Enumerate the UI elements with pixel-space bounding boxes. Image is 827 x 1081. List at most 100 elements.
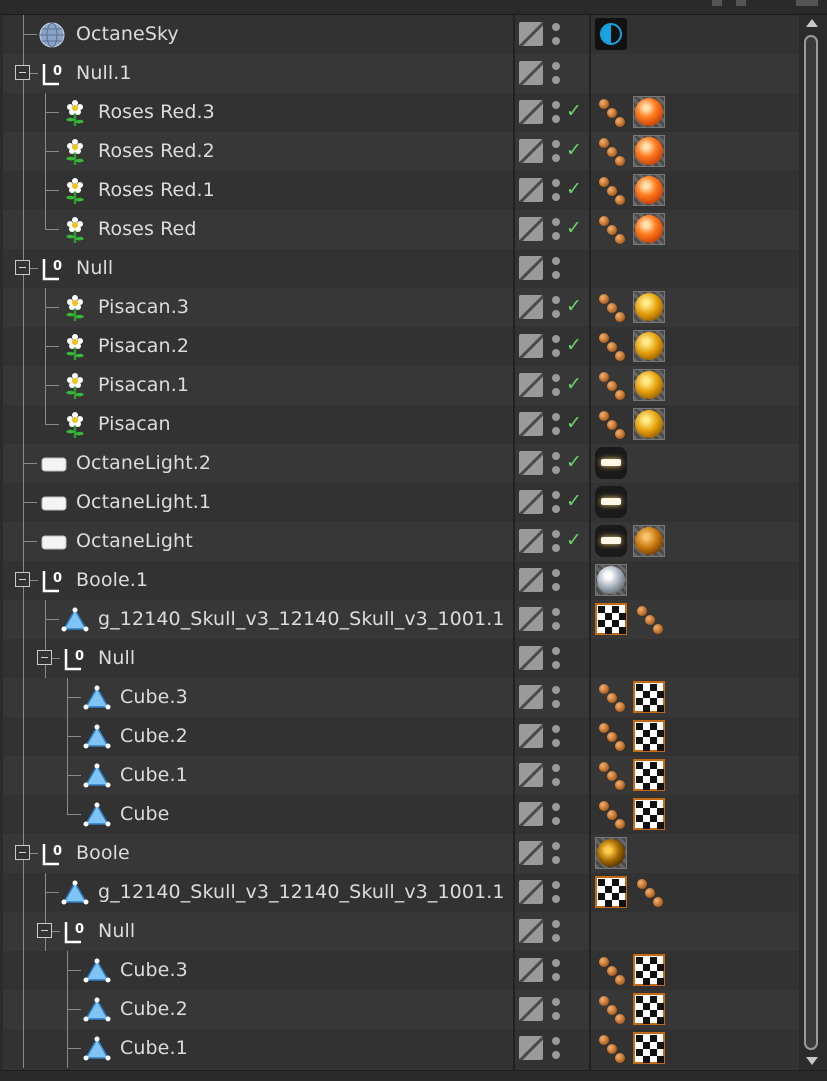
tree-row-skull-mesh[interactable]: g_12140_Skull_v3_12140_Skull_v3_1001.1 <box>3 873 799 912</box>
editor-visibility-icon[interactable] <box>519 295 543 319</box>
object-name[interactable]: Pisacan.1 <box>98 374 189 396</box>
visibility-dots-icon[interactable] <box>551 529 561 555</box>
object-name[interactable]: Roses Red.1 <box>98 179 215 201</box>
checker-texture-tag-icon[interactable] <box>595 876 627 908</box>
amber-material-tag-icon[interactable] <box>633 525 665 557</box>
editor-visibility-icon[interactable] <box>519 412 543 436</box>
object-name[interactable]: OctaneLight.1 <box>76 491 211 513</box>
tree-row-octanelight-1[interactable]: OctaneLight.1 ✓ <box>3 483 799 522</box>
visibility-dots-icon[interactable] <box>551 1036 561 1062</box>
object-name[interactable]: Cube.2 <box>120 725 188 747</box>
object-name[interactable]: OctaneLight <box>76 530 193 552</box>
panel-menu-icon[interactable] <box>796 0 818 6</box>
editor-visibility-icon[interactable] <box>519 217 543 241</box>
scatter-tag-icon[interactable] <box>595 369 627 401</box>
object-name[interactable]: Boole.1 <box>76 569 148 591</box>
gold-material-tag-icon[interactable] <box>633 330 665 362</box>
tree-row-roses-red[interactable]: Roses Red ✓ <box>3 210 799 249</box>
object-name[interactable]: g_12140_Skull_v3_12140_Skull_v3_1001.1 <box>98 608 505 630</box>
object-name[interactable]: Cube.3 <box>120 959 188 981</box>
visibility-dots-icon[interactable] <box>551 646 561 672</box>
editor-visibility-icon[interactable] <box>519 178 543 202</box>
scrollbar-thumb[interactable] <box>804 35 818 1050</box>
checker-texture-tag-icon[interactable] <box>633 681 665 713</box>
scatter-tag-icon[interactable] <box>595 954 627 986</box>
light-tag-icon[interactable] <box>595 486 627 518</box>
tree-row-cube-2[interactable]: Cube.2 <box>3 717 799 756</box>
collapse-toggle-icon[interactable] <box>37 650 52 665</box>
visibility-dots-icon[interactable] <box>551 841 561 867</box>
enabled-check-icon[interactable]: ✓ <box>566 373 582 395</box>
editor-visibility-icon[interactable] <box>519 841 543 865</box>
collapse-toggle-icon[interactable] <box>15 845 30 860</box>
editor-visibility-icon[interactable] <box>519 100 543 124</box>
editor-visibility-icon[interactable] <box>519 334 543 358</box>
scatter-tag-icon[interactable] <box>595 681 627 713</box>
scatter-tag-icon[interactable] <box>595 291 627 323</box>
editor-visibility-icon[interactable] <box>519 919 543 943</box>
enabled-check-icon[interactable]: ✓ <box>566 451 582 473</box>
visibility-dots-icon[interactable] <box>551 880 561 906</box>
visibility-dots-icon[interactable] <box>551 685 561 711</box>
visibility-dots-icon[interactable] <box>551 139 561 165</box>
visibility-dots-icon[interactable] <box>551 217 561 243</box>
tree-row-octanelight[interactable]: OctaneLight ✓ <box>3 522 799 561</box>
editor-visibility-icon[interactable] <box>519 646 543 670</box>
enabled-check-icon[interactable]: ✓ <box>566 490 582 512</box>
light-tag-icon[interactable] <box>595 525 627 557</box>
collapse-toggle-icon[interactable] <box>15 572 30 587</box>
orange-material-tag-icon[interactable] <box>633 213 665 245</box>
editor-visibility-icon[interactable] <box>519 997 543 1021</box>
object-name[interactable]: Roses Red.2 <box>98 140 215 162</box>
enabled-check-icon[interactable]: ✓ <box>566 334 582 356</box>
checker-texture-tag-icon[interactable] <box>633 798 665 830</box>
enabled-check-icon[interactable]: ✓ <box>566 295 582 317</box>
editor-visibility-icon[interactable] <box>519 256 543 280</box>
editor-visibility-icon[interactable] <box>519 22 543 46</box>
visibility-dots-icon[interactable] <box>551 451 561 477</box>
tree-row-pisacan-1[interactable]: Pisacan.1 ✓ <box>3 366 799 405</box>
object-name[interactable]: Pisacan <box>98 413 171 435</box>
visibility-dots-icon[interactable] <box>551 334 561 360</box>
checker-texture-tag-icon[interactable] <box>633 993 665 1025</box>
object-name[interactable]: OctaneSky <box>76 23 179 45</box>
object-name[interactable]: Null.1 <box>76 62 132 84</box>
editor-visibility-icon[interactable] <box>519 373 543 397</box>
scatter-tag-icon[interactable] <box>595 408 627 440</box>
tree-row-roses-red-3[interactable]: Roses Red.3 ✓ <box>3 93 799 132</box>
object-name[interactable]: Cube.1 <box>120 1037 188 1059</box>
visibility-dots-icon[interactable] <box>551 295 561 321</box>
visibility-dots-icon[interactable] <box>551 763 561 789</box>
collapse-toggle-icon[interactable] <box>15 65 30 80</box>
orange-material-tag-icon[interactable] <box>633 96 665 128</box>
editor-visibility-icon[interactable] <box>519 568 543 592</box>
object-name[interactable]: Null <box>76 257 113 279</box>
editor-visibility-icon[interactable] <box>519 958 543 982</box>
tree-row-roses-red-1[interactable]: Roses Red.1 ✓ <box>3 171 799 210</box>
object-name[interactable]: Pisacan.2 <box>98 335 189 357</box>
scatter-tag-icon[interactable] <box>633 603 665 635</box>
editor-visibility-icon[interactable] <box>519 490 543 514</box>
editor-visibility-icon[interactable] <box>519 607 543 631</box>
object-name[interactable]: Cube.1 <box>120 764 188 786</box>
enabled-check-icon[interactable]: ✓ <box>566 529 582 551</box>
enabled-check-icon[interactable]: ✓ <box>566 139 582 161</box>
tree-row-null-1[interactable]: 0 Null.1 <box>3 54 799 93</box>
gold-material-tag-icon[interactable] <box>633 291 665 323</box>
editor-visibility-icon[interactable] <box>519 685 543 709</box>
tree-row-boole-1[interactable]: 0 Boole.1 <box>3 561 799 600</box>
visibility-dots-icon[interactable] <box>551 802 561 828</box>
scatter-tag-icon[interactable] <box>595 213 627 245</box>
visibility-dots-icon[interactable] <box>551 568 561 594</box>
panel-menu-icon[interactable] <box>736 0 746 6</box>
tree-row-octanelight-2[interactable]: OctaneLight.2 ✓ <box>3 444 799 483</box>
object-name[interactable]: Cube.2 <box>120 998 188 1020</box>
visibility-dots-icon[interactable] <box>551 22 561 48</box>
visibility-dots-icon[interactable] <box>551 256 561 282</box>
scatter-tag-icon[interactable] <box>633 876 665 908</box>
tree-row-octanesky[interactable]: OctaneSky <box>3 15 799 54</box>
visibility-dots-icon[interactable] <box>551 724 561 750</box>
visibility-dots-icon[interactable] <box>551 958 561 984</box>
visibility-dots-icon[interactable] <box>551 100 561 126</box>
editor-visibility-icon[interactable] <box>519 529 543 553</box>
